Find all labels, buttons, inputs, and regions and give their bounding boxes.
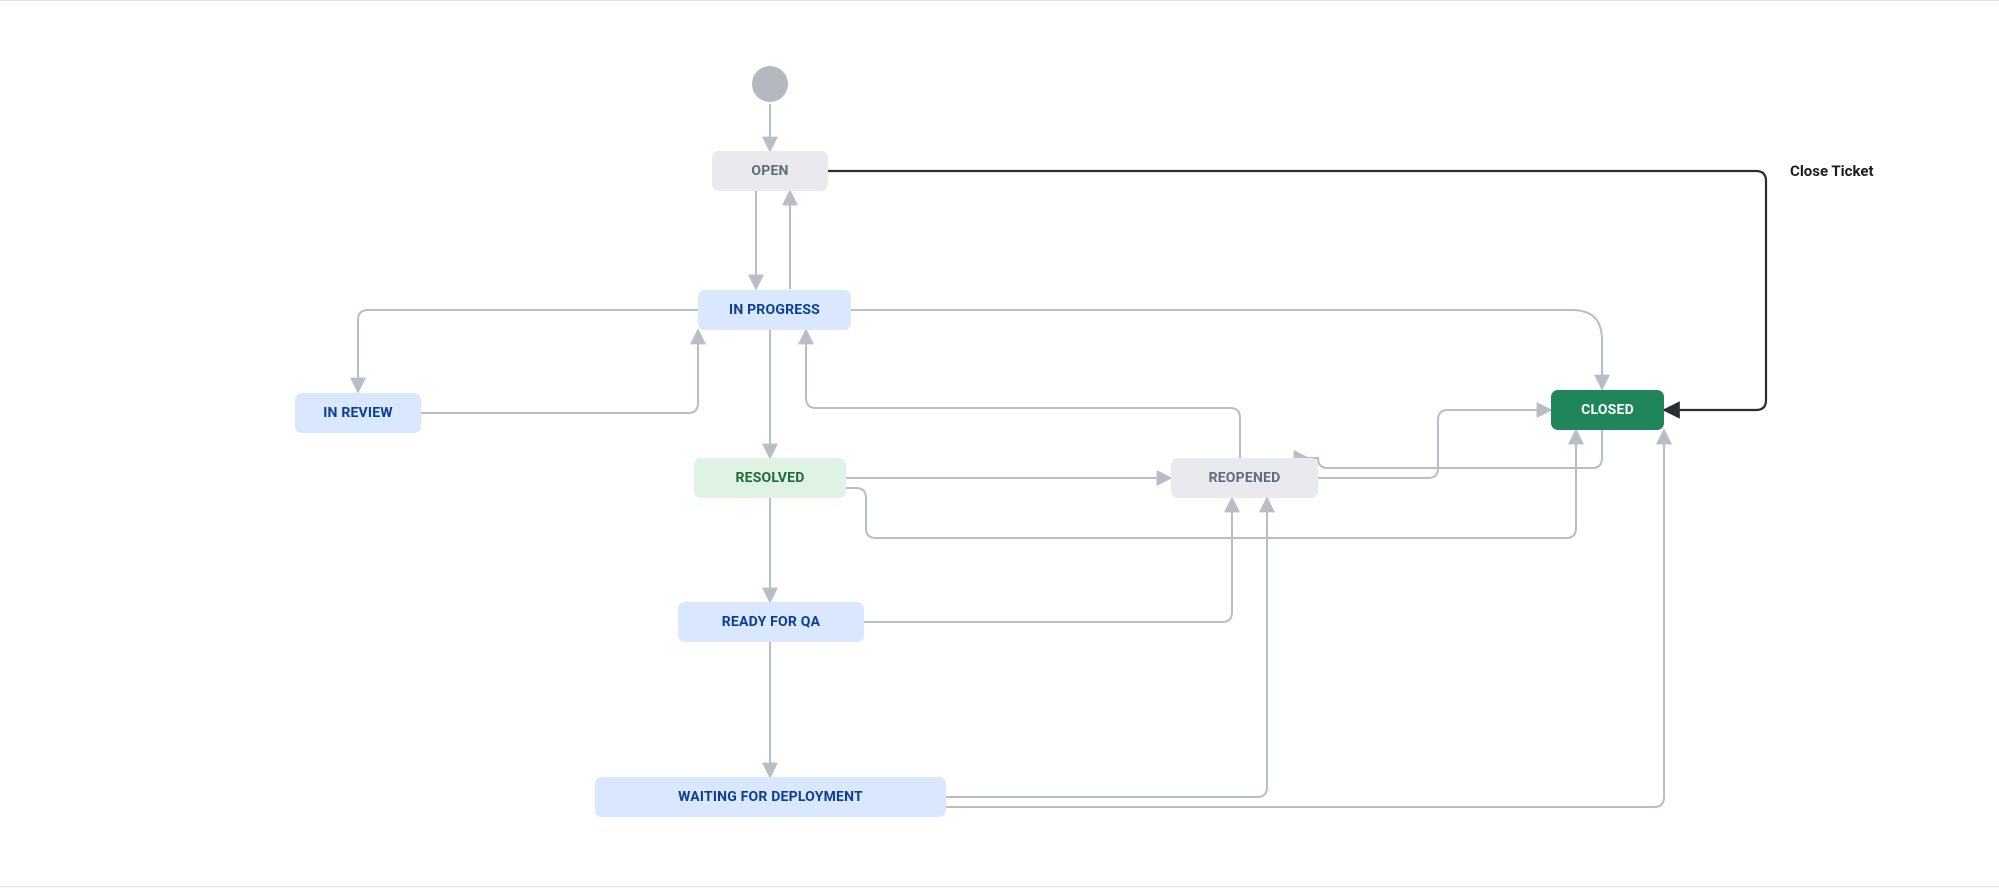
state-waiting-for-deployment[interactable]: WAITING FOR DEPLOYMENT [595, 777, 946, 817]
state-label: IN PROGRESS [729, 302, 820, 318]
state-in-progress[interactable]: IN PROGRESS [698, 290, 851, 330]
state-ready-for-qa[interactable]: READY FOR QA [678, 602, 864, 642]
edges-layer [0, 0, 1999, 890]
start-node [752, 66, 788, 102]
state-label: WAITING FOR DEPLOYMENT [678, 789, 863, 805]
edge-inprogress-inreview [358, 310, 698, 392]
state-label: OPEN [751, 163, 788, 179]
edge-inreview-inprogress [421, 330, 698, 413]
state-label: RESOLVED [735, 470, 804, 486]
edge-reopened-inprogress [806, 330, 1240, 458]
workflow-canvas: OPEN IN PROGRESS IN REVIEW RESOLVED READ… [0, 0, 1999, 890]
state-resolved[interactable]: RESOLVED [694, 458, 846, 498]
state-reopened[interactable]: REOPENED [1171, 458, 1318, 498]
state-label: REOPENED [1209, 470, 1281, 486]
state-label: READY FOR QA [722, 614, 820, 630]
edge-label-text: Close Ticket [1790, 162, 1874, 180]
edge-readyqa-reopened [864, 498, 1232, 622]
edge-label-close-ticket: Close Ticket [1790, 162, 1874, 180]
state-in-review[interactable]: IN REVIEW [295, 393, 421, 433]
state-label: CLOSED [1581, 402, 1634, 418]
state-label: IN REVIEW [323, 405, 392, 421]
state-closed[interactable]: CLOSED [1551, 390, 1664, 430]
edge-open-closed [828, 171, 1766, 410]
edge-inprogress-closed [851, 310, 1602, 389]
edge-closed-reopened [1308, 430, 1602, 468]
state-open[interactable]: OPEN [712, 151, 828, 191]
edge-waiting-reopened [946, 498, 1267, 797]
